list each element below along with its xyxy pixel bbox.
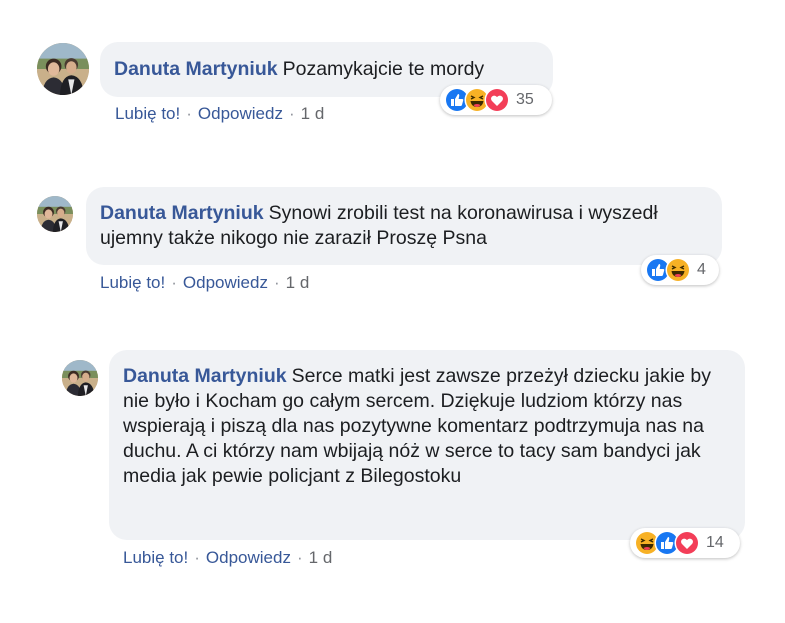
separator: · [288, 104, 295, 123]
comment-actions: Lubię to! · Odpowiedz · 1 d [100, 273, 309, 293]
comment-actions: Lubię to! · Odpowiedz · 1 d [123, 548, 332, 568]
comment-timestamp[interactable]: 1 d [309, 548, 333, 567]
comment-bubble: Danuta Martyniuk Serce matki jest zawsze … [109, 350, 745, 540]
separator: · [194, 548, 200, 567]
comment-author[interactable]: Danuta Martyniuk [100, 202, 264, 224]
separator: · [273, 273, 280, 292]
like-button[interactable]: Lubię to! [100, 273, 165, 292]
reactions-summary[interactable]: 35 [440, 85, 552, 115]
reply-button[interactable]: Odpowiedz [206, 548, 291, 567]
comment-timestamp[interactable]: 1 d [301, 104, 325, 123]
avatar[interactable] [62, 360, 98, 396]
reactions-summary[interactable]: 14 [630, 528, 740, 558]
comment-author[interactable]: Danuta Martyniuk [114, 58, 278, 80]
reply-button[interactable]: Odpowiedz [183, 273, 268, 292]
like-button[interactable]: Lubię to! [115, 104, 180, 123]
reaction-count: 4 [697, 261, 706, 278]
separator: · [171, 273, 177, 292]
comment-timestamp[interactable]: 1 d [286, 273, 310, 292]
like-button[interactable]: Lubię to! [123, 548, 188, 567]
comment-text: Pozamykajcie te mordy [282, 58, 485, 80]
avatar[interactable] [37, 43, 89, 95]
love-icon [674, 530, 700, 556]
comment-author[interactable]: Danuta Martyniuk [123, 365, 287, 387]
reply-button[interactable]: Odpowiedz [198, 104, 283, 123]
separator: · [296, 548, 303, 567]
reaction-count: 14 [706, 534, 724, 551]
separator: · [186, 104, 192, 123]
comment-actions: Lubię to! · Odpowiedz · 1 d [115, 104, 324, 124]
comment-bubble: Danuta Martyniuk Synowi zrobili test na k… [86, 187, 722, 265]
love-icon [484, 87, 510, 113]
haha-icon [665, 257, 691, 283]
reaction-count: 35 [516, 91, 534, 108]
reactions-summary[interactable]: 4 [641, 255, 719, 285]
avatar[interactable] [37, 196, 73, 232]
